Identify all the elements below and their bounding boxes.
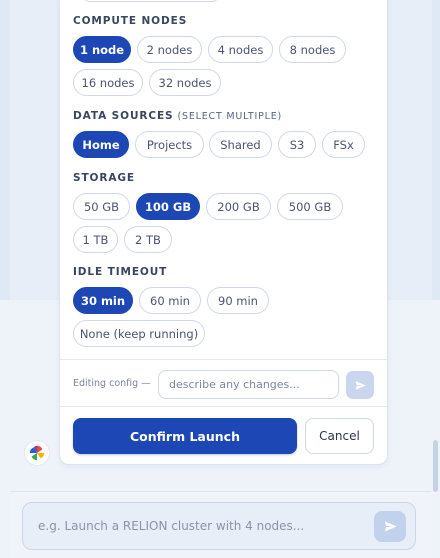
chip-source-projects[interactable]: Projects: [135, 131, 204, 158]
right-panel-edge: [432, 0, 440, 300]
chip-compute-32-nodes[interactable]: 32 nodes: [149, 69, 221, 96]
data-sources-title: DATA SOURCES: [73, 110, 174, 122]
scrollbar-thumb[interactable]: [433, 440, 438, 492]
send-arrow-icon: [384, 521, 397, 532]
pinwheel-logo-icon: [29, 445, 45, 461]
chip-source-home[interactable]: Home: [73, 131, 129, 158]
chip-compute-8-nodes[interactable]: 8 nodes: [279, 36, 346, 63]
describe-changes-input[interactable]: [158, 370, 339, 399]
data-sources-subtitle: (SELECT MULTIPLE): [177, 111, 283, 122]
send-arrow-icon: [355, 380, 366, 390]
chat-send-button[interactable]: [374, 511, 406, 542]
storage-heading: STORAGE: [73, 172, 135, 184]
edit-send-button[interactable]: [346, 371, 374, 399]
chat-message-input[interactable]: [22, 502, 416, 550]
compute-nodes-title: COMPUTE NODES: [73, 15, 188, 27]
chip-source-fsx[interactable]: FSx: [322, 131, 365, 158]
chip-compute-4-nodes[interactable]: 4 nodes: [208, 36, 273, 63]
chip-storage-100gb[interactable]: 100 GB: [136, 193, 200, 220]
chip-timeout-none[interactable]: None (keep running): [73, 320, 205, 347]
chip-timeout-60min[interactable]: 60 min: [139, 287, 201, 314]
chip-compute-1-node[interactable]: 1 node: [73, 36, 131, 63]
chip-storage-500gb[interactable]: 500 GB: [277, 193, 343, 220]
chip-timeout-90min[interactable]: 90 min: [207, 287, 269, 314]
idle-timeout-title: IDLE TIMEOUT: [73, 266, 168, 278]
left-panel-edge: [0, 0, 10, 300]
editing-config-label: Editing config —: [73, 378, 151, 389]
chip-source-shared[interactable]: Shared: [209, 131, 272, 158]
data-sources-heading: DATA SOURCES (SELECT MULTIPLE): [73, 110, 282, 122]
clipped-element: [84, 0, 218, 2]
chip-source-s3[interactable]: S3: [278, 131, 316, 158]
chip-compute-16-nodes[interactable]: 16 nodes: [73, 69, 143, 96]
divider-edit: [60, 359, 387, 360]
idle-timeout-heading: IDLE TIMEOUT: [73, 266, 167, 278]
chip-storage-2tb[interactable]: 2 TB: [124, 226, 172, 253]
divider-actions: [60, 406, 387, 407]
chip-timeout-30min[interactable]: 30 min: [73, 287, 133, 314]
chip-compute-2-nodes[interactable]: 2 nodes: [137, 36, 202, 63]
cancel-button[interactable]: Cancel: [305, 418, 374, 454]
confirm-launch-button[interactable]: Confirm Launch: [73, 418, 297, 454]
assistant-avatar: [24, 440, 50, 466]
chip-storage-200gb[interactable]: 200 GB: [206, 193, 271, 220]
compute-nodes-heading: COMPUTE NODES: [73, 15, 187, 27]
chip-storage-1tb[interactable]: 1 TB: [73, 226, 118, 253]
chip-storage-50gb[interactable]: 50 GB: [73, 193, 130, 220]
storage-title: STORAGE: [73, 172, 135, 184]
